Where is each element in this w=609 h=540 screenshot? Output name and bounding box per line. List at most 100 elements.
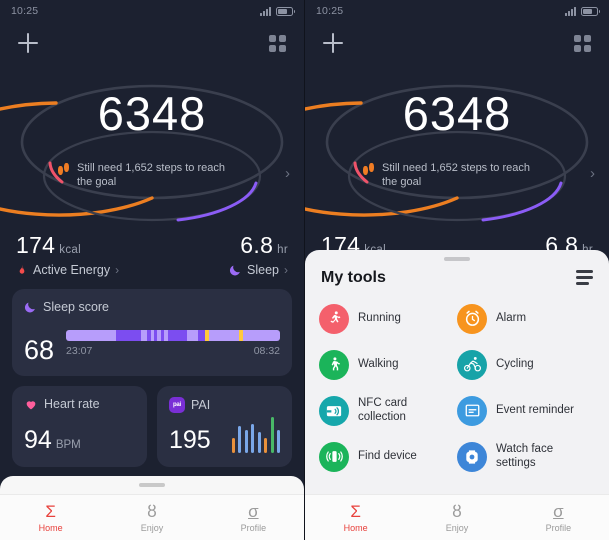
phone-screen-left: 10:25 6348 Still need 1,652 steps to rea…	[0, 0, 304, 540]
app-header-right	[305, 22, 609, 64]
tool-label: Event reminder	[496, 403, 574, 416]
tools-grid: Running Alarm Walking Cycling NFC card colle…	[305, 287, 609, 472]
sigma-icon: Σ	[350, 501, 361, 521]
tool-label: Watch face settings	[496, 443, 554, 469]
active-energy-value: 174	[16, 232, 56, 258]
tool-label: Walking	[358, 357, 399, 370]
heart-icon	[26, 400, 36, 409]
bottom-nav-right[interactable]: Σ Home ȣ Enjoy σ Profile	[305, 494, 609, 540]
tool-label: NFC card collection	[358, 397, 408, 423]
stats-row: 174 kcal Active Energy › 6.8 hr Sleep ›	[0, 232, 304, 277]
tool-item-alarm[interactable]: Alarm	[457, 303, 595, 334]
tool-label: Cycling	[496, 357, 534, 370]
hypnogram-segment	[187, 330, 199, 341]
heart-rate-card[interactable]: Heart rate 94 BPM	[12, 386, 147, 467]
status-bar-right: 10:25	[305, 0, 609, 22]
tool-item-event-reminder[interactable]: Event reminder	[457, 395, 595, 426]
status-time-right: 10:25	[316, 5, 344, 17]
tool-item-nfc-card-collection[interactable]: NFC card collection	[319, 395, 457, 426]
goal-row[interactable]: Still need 1,652 steps to reach the goal…	[58, 161, 290, 189]
sleep-unit: hr	[277, 244, 288, 256]
footprints-icon	[363, 163, 375, 179]
moon-icon	[24, 302, 35, 312]
app-header	[0, 22, 304, 64]
stat-active-energy[interactable]: 174 kcal Active Energy ›	[16, 232, 119, 277]
sleep-score-card[interactable]: Sleep score 68 23:07 08:32	[12, 289, 292, 376]
plus-icon[interactable]	[18, 33, 38, 53]
active-energy-chevron-icon[interactable]: ›	[115, 263, 119, 277]
sleep-start-time: 23:07	[66, 345, 93, 357]
sleep-chevron-icon[interactable]: ›	[284, 263, 288, 277]
tool-item-watch-face-settings[interactable]: Watch face settings	[457, 441, 595, 472]
nav-item-profile[interactable]: σ Profile	[203, 495, 304, 540]
pai-title: PAI	[191, 398, 211, 412]
goal-chevron-icon[interactable]: ›	[285, 165, 290, 182]
moon-icon	[229, 265, 240, 275]
heart-rate-value: 94	[24, 426, 52, 454]
sheet-grabber-right[interactable]	[305, 250, 609, 261]
alarm-clock-icon	[457, 303, 487, 334]
grid-apps-icon[interactable]	[269, 34, 286, 52]
event-reminder-icon	[457, 395, 487, 426]
steps-hero[interactable]: 6348 Still need 1,652 steps to reach the…	[0, 64, 304, 234]
signal-bars-icon	[260, 6, 271, 16]
nav-label: Enjoy	[445, 523, 469, 533]
tool-item-find-device[interactable]: Find device	[319, 441, 457, 472]
sheet-grabber-area-left[interactable]	[0, 476, 304, 494]
grid-apps-icon[interactable]	[574, 34, 591, 52]
pai-bar	[244, 430, 248, 453]
goal-chevron-icon[interactable]: ›	[590, 165, 595, 182]
enjoy-loop-icon: ȣ	[147, 501, 157, 521]
nav-label: Profile	[240, 523, 267, 533]
bottom-nav[interactable]: Σ Home ȣ Enjoy σ Profile	[0, 494, 304, 540]
hypnogram-segment	[243, 330, 280, 341]
footprints-icon	[58, 163, 70, 179]
nav-item-home[interactable]: Σ Home	[0, 495, 101, 540]
sleep-label: Sleep	[247, 263, 279, 277]
tool-item-running[interactable]: Running	[319, 303, 457, 334]
active-energy-unit: kcal	[59, 244, 81, 256]
pai-bar	[264, 437, 267, 453]
stat-sleep[interactable]: 6.8 hr Sleep ›	[229, 232, 288, 277]
pai-bar	[277, 430, 280, 453]
nav-item-profile[interactable]: σ Profile	[508, 495, 609, 540]
hypnogram-segment	[208, 330, 240, 341]
pai-bar	[238, 426, 241, 453]
nav-item-home[interactable]: Σ Home	[305, 495, 406, 540]
sleep-end-time: 08:32	[253, 345, 280, 357]
steps-count-right: 6348	[402, 87, 512, 140]
walking-icon	[319, 349, 349, 380]
goal-text: Still need 1,652 steps to reach the goal	[77, 162, 225, 188]
nav-label: Profile	[545, 523, 572, 533]
pai-bar	[251, 424, 254, 453]
hamburger-menu-icon[interactable]	[576, 270, 593, 285]
tool-label: Alarm	[496, 311, 527, 324]
watch-face-icon	[457, 441, 487, 472]
metrics-row: Heart rate 94 BPM pai PAI 195	[12, 386, 292, 467]
sleep-hypnogram	[66, 330, 280, 341]
goal-row-right[interactable]: Still need 1,652 steps to reach the goal…	[363, 161, 595, 189]
tool-item-walking[interactable]: Walking	[319, 349, 457, 380]
pai-badge-icon: pai	[169, 397, 185, 413]
sheet-grabber[interactable]	[139, 483, 165, 487]
tool-label: Find device	[358, 449, 417, 462]
sleep-value: 6.8	[240, 232, 274, 258]
hypnogram-segment	[66, 330, 116, 341]
pai-bar	[231, 437, 235, 453]
nav-item-enjoy[interactable]: ȣ Enjoy	[101, 495, 202, 540]
nav-item-enjoy[interactable]: ȣ Enjoy	[406, 495, 507, 540]
profile-sigma-icon: σ	[553, 501, 564, 521]
pai-bar	[257, 432, 261, 453]
sheet-title: My tools	[321, 268, 386, 286]
hypnogram-segment	[168, 330, 188, 341]
battery-icon	[276, 6, 295, 16]
cycling-icon	[457, 349, 487, 380]
status-indicators	[260, 6, 295, 16]
pai-value: 195	[169, 426, 211, 454]
find-device-icon	[319, 441, 349, 472]
sleep-score-title: Sleep score	[43, 300, 110, 314]
plus-icon[interactable]	[323, 33, 343, 53]
tool-item-cycling[interactable]: Cycling	[457, 349, 595, 380]
pai-card[interactable]: pai PAI 195	[157, 386, 292, 467]
steps-hero-right[interactable]: 6348 Still need 1,652 steps to reach the…	[305, 64, 609, 234]
